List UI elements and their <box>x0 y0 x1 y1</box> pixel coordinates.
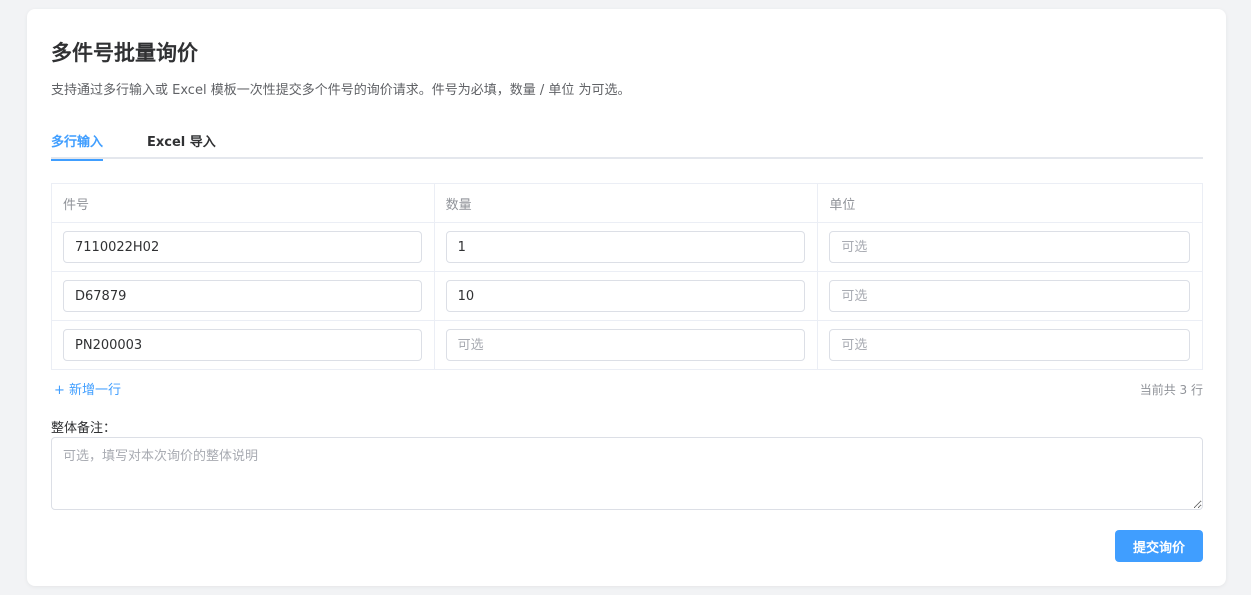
remark-label: 整体备注： <box>51 421 117 436</box>
parts-table: 件号 数量 单位 <box>51 183 1203 370</box>
table-cell-unit <box>817 320 1203 370</box>
table-cell-part <box>51 271 435 321</box>
table-header-row: 件号 数量 单位 <box>51 183 1203 223</box>
column-header-quantity: 数量 <box>433 183 819 223</box>
column-header-unit: 单位 <box>817 183 1203 223</box>
table-cell-part <box>51 320 435 370</box>
table-cell-quantity <box>433 222 819 272</box>
table-cell-part <box>51 222 435 272</box>
page-title: 多件号批量询价 <box>51 41 198 65</box>
unit-input[interactable] <box>829 231 1190 263</box>
remark-textarea[interactable] <box>51 437 1203 510</box>
part-number-input[interactable] <box>63 231 422 263</box>
quantity-input[interactable] <box>445 329 806 361</box>
tab-excel-import[interactable]: Excel 导入 <box>147 131 216 159</box>
add-row-button[interactable]: + 新增一行 <box>54 379 121 398</box>
table-row <box>51 271 1203 321</box>
tab-bar: 多行输入 Excel 导入 <box>51 127 1203 161</box>
quantity-input[interactable] <box>445 231 806 263</box>
page-subtitle: 支持通过多行输入或 Excel 模板一次性提交多个件号的询价请求。件号为必填，数… <box>51 83 631 98</box>
table-cell-quantity <box>433 320 819 370</box>
table-row <box>51 222 1203 272</box>
table-cell-quantity <box>433 271 819 321</box>
unit-input[interactable] <box>829 329 1190 361</box>
table-cell-unit <box>817 222 1203 272</box>
table-row <box>51 320 1203 370</box>
batch-inquiry-card: 多件号批量询价 支持通过多行输入或 Excel 模板一次性提交多个件号的询价请求… <box>27 9 1226 586</box>
column-header-part: 件号 <box>51 183 435 223</box>
quantity-input[interactable] <box>445 280 806 312</box>
unit-input[interactable] <box>829 280 1190 312</box>
part-number-input[interactable] <box>63 329 422 361</box>
tab-multi-line-input[interactable]: 多行输入 <box>51 131 104 161</box>
row-count-text: 当前共 3 行 <box>1139 383 1203 397</box>
submit-inquiry-button[interactable]: 提交询价 <box>1115 530 1203 562</box>
part-number-input[interactable] <box>63 280 422 312</box>
table-cell-unit <box>817 271 1203 321</box>
